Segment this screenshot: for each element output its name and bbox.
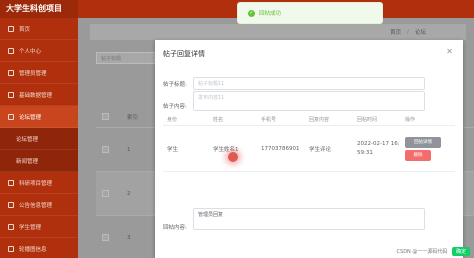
delete-button[interactable]: 删除 xyxy=(405,149,431,161)
reply-content-field[interactable]: 管理员回复 xyxy=(193,208,425,230)
column-header-name: 姓名 xyxy=(213,117,224,123)
success-toast: ✓ 回帖成功 xyxy=(237,2,383,24)
row-checkbox[interactable] xyxy=(102,234,109,241)
post-content-field[interactable]: 发布内容11 xyxy=(193,91,425,111)
forum-submenu: 论坛管理 新闻管理 xyxy=(0,128,78,172)
row-index: 1 xyxy=(127,146,131,153)
sidebar-item-research[interactable]: 科研项目管理 xyxy=(0,172,78,194)
row-checkbox[interactable] xyxy=(102,146,109,153)
sidebar-item-profile[interactable]: 个人中心 xyxy=(0,40,78,62)
post-title-label: 帖子标题: xyxy=(163,82,187,88)
watermark-text: CSDN @一一源码代码 xyxy=(396,249,448,255)
post-title-field[interactable]: 帖子标题11 xyxy=(193,77,425,90)
sidebar-item-label: 个人中心 xyxy=(19,48,42,55)
submenu-item-label: 新闻管理 xyxy=(16,158,39,165)
reply-detail-button[interactable]: 回帖详情 xyxy=(405,136,441,148)
row-index: 3 xyxy=(127,234,131,241)
cell-name: 学生姓名1 xyxy=(213,146,239,153)
submenu-item-forum[interactable]: 论坛管理 xyxy=(0,128,78,150)
cell-time: 2022-02-17 16: 59:31 xyxy=(357,140,405,158)
cell-identity: 学生 xyxy=(167,146,179,153)
column-header-actions: 操作 xyxy=(405,117,416,123)
sidebar-item-forum[interactable]: 论坛管理 xyxy=(0,106,78,128)
mouse-cursor-highlight xyxy=(228,152,238,162)
sidebar-item-label: 学生管理 xyxy=(19,224,42,231)
breadcrumb-home[interactable]: 首页 xyxy=(390,28,401,36)
cell-actions: 回帖详情 删除 xyxy=(405,135,455,163)
select-all-checkbox[interactable] xyxy=(102,113,109,120)
data-icon xyxy=(8,91,14,98)
check-circle-icon: ✓ xyxy=(248,9,255,17)
sidebar-item-label: 基础数据管理 xyxy=(19,92,53,99)
breadcrumb-separator: / xyxy=(407,29,409,35)
toast-message: 回帖成功 xyxy=(259,11,282,17)
image-icon xyxy=(8,245,14,252)
close-icon[interactable]: ✕ xyxy=(446,47,453,56)
sidebar-item-label: 科研项目管理 xyxy=(19,180,53,187)
cell-time-line1: 2022-02-17 16: xyxy=(357,140,400,147)
reply-table-header: 身份 姓名 手机号 回复内容 回帖时间 操作 xyxy=(163,114,455,126)
sidebar-item-label: 管理员管理 xyxy=(19,70,47,77)
breadcrumb-current: 论坛 xyxy=(414,30,426,36)
admin-icon xyxy=(8,69,14,76)
sidebar-item-home[interactable]: 首页 xyxy=(0,18,78,40)
sidebar-item-label: 论坛管理 xyxy=(19,114,42,121)
reply-table: 身份 姓名 手机号 回复内容 回帖时间 操作 学生 学生姓名1 17703786… xyxy=(163,114,455,172)
reply-content-label: 回帖内容: xyxy=(163,225,187,231)
post-content-label: 帖子内容: xyxy=(163,104,187,110)
student-icon xyxy=(8,223,14,230)
notice-icon xyxy=(8,201,14,208)
submenu-item-news[interactable]: 新闻管理 xyxy=(0,150,78,172)
sidebar-item-base-data[interactable]: 基础数据管理 xyxy=(0,84,78,106)
cell-phone: 17703786901 xyxy=(261,145,300,152)
sidebar-item-admin[interactable]: 管理员管理 xyxy=(0,62,78,84)
sidebar-item-label: 公告信息管理 xyxy=(19,202,53,209)
table-row: 学生 学生姓名1 17703786901 学生评论 2022-02-17 16:… xyxy=(163,126,455,172)
column-header-identity: 身份 xyxy=(167,117,178,123)
user-icon xyxy=(8,47,14,54)
sidebar: 大学生科创项目 首页 个人中心 管理员管理 基础数据管理 论坛管理 论坛管理 新… xyxy=(0,0,78,258)
column-header-time: 回帖时间 xyxy=(357,117,378,123)
column-header-phone: 手机号 xyxy=(261,117,277,123)
row-checkbox[interactable] xyxy=(102,190,109,197)
sidebar-item-notice[interactable]: 公告信息管理 xyxy=(0,194,78,216)
submenu-item-label: 论坛管理 xyxy=(16,136,39,143)
forum-icon xyxy=(8,113,14,120)
footer: CSDN @一一源码代码 确定 xyxy=(397,247,470,256)
row-index: 2 xyxy=(127,190,131,197)
search-input[interactable]: 帖子标题 xyxy=(96,52,156,64)
cell-time-line2: 59:31 xyxy=(357,149,373,156)
app-title: 大学生科创项目 xyxy=(0,0,78,18)
breadcrumb: 首页 / 论坛 xyxy=(90,24,466,40)
column-header-index: 索引 xyxy=(127,114,139,121)
confirm-button[interactable]: 确定 xyxy=(451,247,470,256)
reply-detail-dialog: 帖子回复详情 ✕ 帖子标题: 帖子标题11 帖子内容: 发布内容11 身份 姓名… xyxy=(155,40,463,258)
dialog-title: 帖子回复详情 xyxy=(163,50,205,58)
cell-reply: 学生评论 xyxy=(309,146,332,153)
research-icon xyxy=(8,179,14,186)
sidebar-item-label: 轮播图信息 xyxy=(19,246,47,253)
sidebar-item-student[interactable]: 学生管理 xyxy=(0,216,78,238)
sidebar-item-label: 首页 xyxy=(19,26,31,33)
home-icon xyxy=(8,25,14,32)
column-header-reply: 回复内容 xyxy=(309,117,330,123)
sidebar-item-carousel[interactable]: 轮播图信息 xyxy=(0,238,78,258)
